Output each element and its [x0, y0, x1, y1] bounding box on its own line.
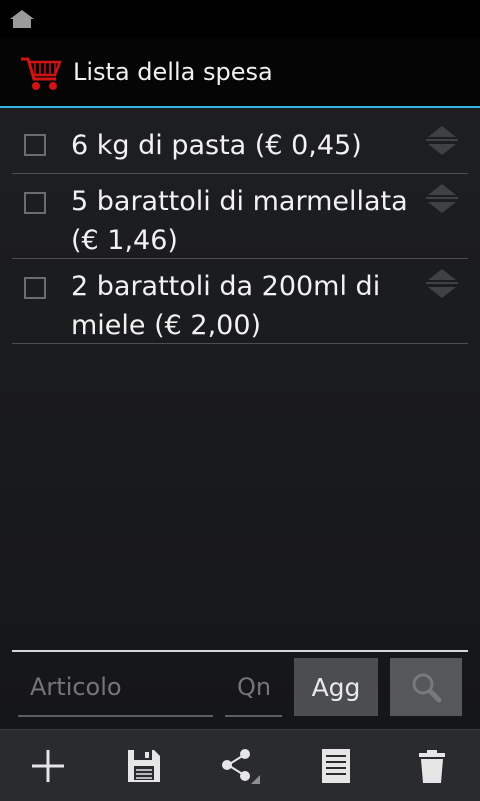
article-input[interactable]: Articolo [18, 665, 213, 717]
status-bar [0, 0, 480, 38]
search-button[interactable] [390, 658, 462, 716]
quantity-input[interactable]: Qn [225, 665, 282, 717]
quantity-placeholder: Qn [237, 673, 272, 701]
list-view-button[interactable] [288, 730, 384, 801]
list-item[interactable]: 2 barattoli da 200ml di miele (€ 2,00) [12, 259, 468, 344]
article-placeholder: Articolo [30, 673, 122, 701]
drag-handle-icon[interactable] [424, 124, 460, 158]
drag-handle-icon[interactable] [424, 182, 460, 216]
search-icon [412, 673, 442, 703]
action-bar: Lista della spesa [0, 38, 480, 106]
add-item-button[interactable] [0, 730, 96, 801]
bottom-action-bar [0, 729, 480, 801]
item-text: 6 kg di pasta (€ 0,45) [71, 130, 362, 161]
list-item[interactable]: 5 barattoli di marmellata (€ 1,46) [12, 174, 468, 259]
delete-icon [419, 749, 445, 783]
share-button[interactable] [192, 730, 288, 801]
list-icon [322, 748, 350, 783]
drag-handle-icon[interactable] [424, 267, 460, 301]
save-icon [128, 749, 160, 782]
share-icon [222, 748, 260, 784]
save-button[interactable] [96, 730, 192, 801]
home-icon[interactable] [9, 9, 35, 29]
add-button[interactable]: Agg [294, 658, 378, 716]
delete-button[interactable] [384, 730, 480, 801]
item-text: 5 barattoli di marmellata (€ 1,46) [71, 186, 408, 256]
list-item[interactable]: 6 kg di pasta (€ 0,45) [12, 118, 468, 174]
item-text: 2 barattoli da 200ml di miele (€ 2,00) [71, 271, 381, 341]
accent-divider [0, 106, 480, 108]
item-checkbox[interactable] [24, 192, 46, 214]
input-divider [12, 650, 468, 652]
item-checkbox[interactable] [24, 277, 46, 299]
shopping-cart-icon [21, 57, 62, 90]
shopping-list: 6 kg di pasta (€ 0,45) 5 barattoli di ma… [12, 118, 468, 344]
app-title: Lista della spesa [73, 58, 273, 86]
add-icon [32, 749, 64, 782]
item-checkbox[interactable] [24, 134, 46, 156]
